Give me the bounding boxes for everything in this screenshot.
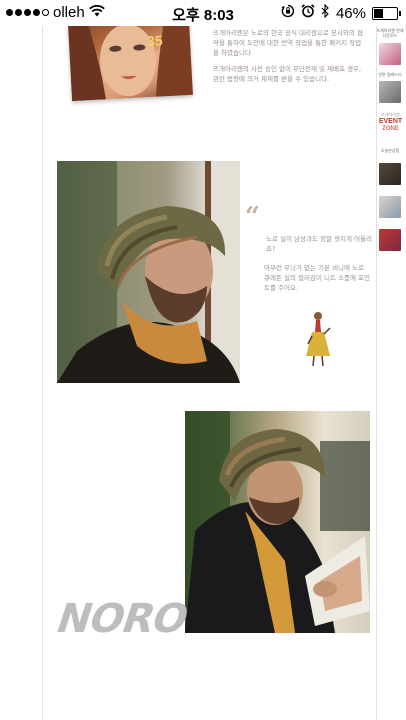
quote-question: 노로 실이 남성과도 정말 멋지게 어울리죠? — [266, 235, 373, 253]
noro-logo: NORO — [51, 596, 194, 642]
event-zone-zone: ZONE — [382, 126, 399, 132]
model-photo-2 — [185, 411, 370, 633]
man-beanie-illustration — [57, 161, 240, 383]
alarm-icon — [301, 4, 315, 22]
intro-paragraph-1: 뜨개아리엔은 노로의 한국 공식 대리점으로 본사와의 협약을 통하여 도안에 … — [213, 29, 363, 57]
status-right: 46% — [281, 3, 401, 22]
sidebar-thumb-1[interactable] — [379, 43, 401, 65]
column-divider-left — [42, 26, 43, 720]
noro-logo-text: NORO — [50, 596, 194, 642]
model-photo-1 — [57, 161, 240, 383]
status-bar: olleh 오후 8:03 46% — [0, 0, 406, 26]
sidebar-label-2: 안면 털레드리 — [378, 72, 402, 77]
man-reading-illustration — [185, 411, 370, 633]
rotation-lock-icon — [281, 4, 295, 22]
sidebar-label-download: 뜨개아리엔 연재 다운로드 — [376, 28, 404, 38]
magazine-cover-image: 35 — [68, 26, 193, 102]
sidebar-recent-1[interactable] — [379, 163, 401, 185]
face-illustration — [68, 26, 193, 102]
webpage-content[interactable]: 35 뜨개아리엔은 노로의 한국 공식 대리점으로 본사와의 협약을 통하여 도… — [0, 26, 406, 720]
intro-paragraph-2: 뜨개아리엔의 사전 승인 없이 무단전재 및 재배포 경우, 관련 법령에 의거… — [213, 65, 362, 83]
quote-answer: 아무런 무늬가 없는 기본 비니에 노로 큐레돈 실의 컬러감이 니트 소품에 … — [264, 264, 371, 292]
battery-icon — [372, 6, 401, 20]
sidebar-recent-2[interactable] — [379, 196, 401, 218]
event-zone-banner[interactable]: 뜨개아리엔 EVENT ZONE — [377, 112, 404, 133]
bluetooth-icon — [321, 3, 330, 22]
event-zone-event: EVENT — [378, 118, 403, 125]
sidebar-label-recent: 오늘본상품 — [380, 148, 400, 153]
sidebar-thumb-2[interactable] — [379, 81, 401, 103]
sidebar-recent-3[interactable] — [379, 229, 401, 251]
battery-percent: 46% — [335, 4, 366, 22]
woman-illustration — [300, 310, 336, 370]
cover-issue-number: 35 — [146, 32, 164, 50]
quote-mark: “ — [245, 202, 260, 232]
